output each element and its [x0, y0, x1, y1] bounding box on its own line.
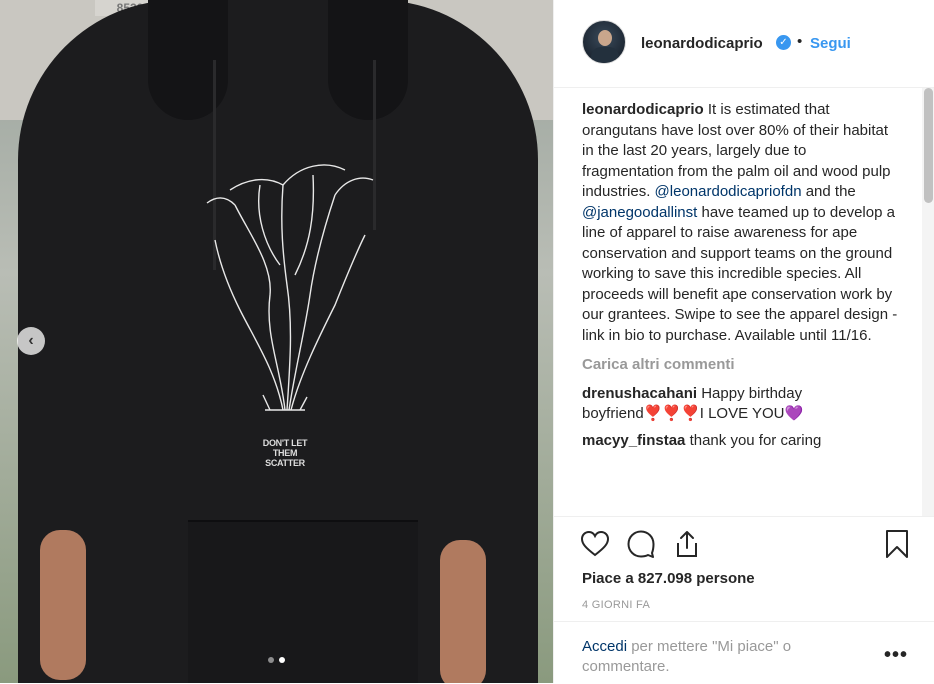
print-slogan: DON'T LET THEM SCATTER [262, 438, 308, 468]
post-header: leonardodicaprio ✓ • Segui [554, 0, 934, 88]
share-icon[interactable] [672, 529, 702, 559]
carousel-indicator [268, 657, 285, 663]
comment-icon[interactable] [626, 529, 656, 559]
avatar[interactable] [582, 20, 626, 64]
carousel-prev-button[interactable]: ‹ [17, 327, 45, 355]
hoodie-pocket [188, 520, 418, 683]
comments-list[interactable]: leonardodicaprio It is estimated that or… [582, 100, 902, 515]
caption-username[interactable]: leonardodicaprio [582, 101, 704, 118]
comment-username[interactable]: macyy_finstaa [582, 432, 685, 449]
follow-button[interactable]: Segui [810, 35, 851, 52]
hand-left [40, 530, 86, 680]
scrollbar-thumb[interactable] [924, 88, 933, 203]
login-bar: Accedi per mettere "Mi piace" o commenta… [554, 621, 934, 684]
likes-count[interactable]: Piace a 827.098 persone [582, 570, 755, 587]
avatar-face [598, 30, 612, 46]
carousel-dot [268, 657, 274, 663]
mention-link[interactable]: @janegoodallinst [582, 204, 697, 221]
tree-print-graphic [206, 164, 374, 411]
login-prompt: Accedi per mettere "Mi piace" o commenta… [582, 637, 832, 677]
bookmark-icon[interactable] [882, 529, 912, 559]
hood-left [148, 0, 228, 120]
carousel-dot-active [279, 657, 285, 663]
post-sidebar: leonardodicaprio ✓ • Segui leonardodicap… [553, 0, 934, 683]
comments-scrollbar[interactable] [922, 88, 934, 516]
comment-item: macyy_finstaa thank you for caring [582, 431, 902, 452]
heart-icon[interactable] [580, 529, 610, 559]
post-media: 8520 DON'T LET THEM SCATTER ‹ [0, 0, 553, 683]
hood-right [328, 0, 408, 120]
hand-right [440, 540, 486, 683]
verified-icon: ✓ [776, 35, 791, 50]
header-username[interactable]: leonardodicaprio [641, 35, 763, 52]
login-link[interactable]: Accedi [582, 638, 627, 655]
chevron-left-icon: ‹ [28, 332, 34, 349]
load-more-comments[interactable]: Carica altri commenti [582, 355, 902, 376]
caption-text-2: and the [805, 183, 856, 200]
more-options-icon[interactable]: ••• [884, 644, 908, 667]
action-bar: Piace a 827.098 persone 4 GIORNI FA Acce… [554, 516, 934, 683]
header-separator: • [797, 33, 803, 50]
comment-username[interactable]: drenushacahani [582, 385, 697, 402]
avatar-body [591, 47, 619, 63]
caption: leonardodicaprio It is estimated that or… [582, 100, 902, 346]
comment-item: drenushacahani Happy birthday boyfriend❣… [582, 384, 902, 425]
caption-text-3: have teamed up to develop a line of appa… [582, 203, 898, 344]
comment-text: thank you for caring [689, 431, 822, 449]
mention-link[interactable]: @leonardodicapriofdn [655, 183, 802, 200]
post-timestamp[interactable]: 4 GIORNI FA [582, 599, 650, 611]
